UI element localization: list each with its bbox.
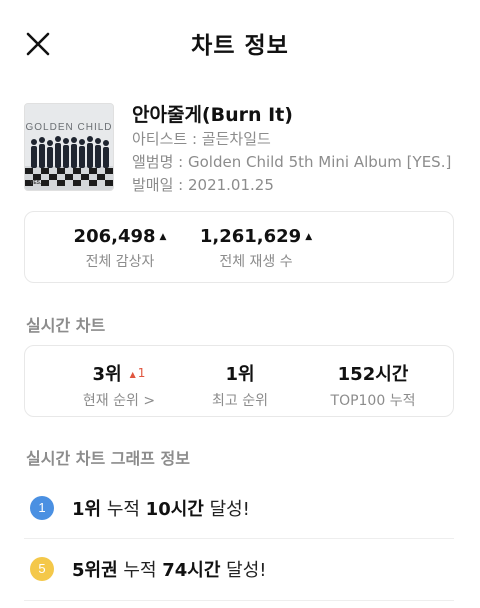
rank-badge: 1 [30, 496, 54, 520]
best-rank-value: 1위 [225, 364, 255, 385]
realtime-chart-card: 3위 ▲ 1 현재 순위 > 1위 최고 순위 152시간 TOP100 누적 [24, 345, 454, 417]
album-cover-label: YES. [30, 180, 42, 186]
achievement-item: 1 1위 누적 10시간 달성! [30, 493, 450, 523]
achievement-text: 누적 [117, 560, 163, 581]
graph-section-title: 실시간 차트 그래프 정보 [26, 449, 190, 468]
caret-up-icon: ▲ [305, 232, 313, 242]
current-rank-stat[interactable]: 3위 ▲ 1 현재 순위 > [59, 360, 179, 410]
achievement-suffix: 달성! [203, 499, 250, 520]
total-stats-card: 206,498 ▲ 전체 감상자 1,261,629 ▲ 전체 재생 수 [24, 211, 454, 283]
caret-up-icon: ▲ [159, 232, 167, 242]
album-cover-art [25, 104, 113, 190]
listeners-label: 전체 감상자 [85, 254, 155, 270]
album-cover-title: GOLDEN CHILD [25, 122, 113, 133]
release-line: 발매일 : 2021.01.25 [132, 176, 274, 194]
header: 차트 정보 [0, 0, 480, 82]
rank-up-icon: ▲ [129, 370, 136, 379]
top100-stat: 152시간 TOP100 누적 [313, 360, 433, 410]
album-line[interactable]: 앨범명 : Golden Child 5th Mini Album [YES.] [132, 151, 451, 172]
best-rank-stat: 1위 최고 순위 [180, 360, 300, 410]
achievement-suffix: 달성! [220, 560, 267, 581]
achievement-item: 5 5위권 누적 74시간 달성! [30, 554, 450, 584]
current-rank-label: 현재 순위 > [82, 393, 156, 409]
achievement-rank: 1위 [72, 499, 102, 520]
achievement-text: 누적 [101, 499, 146, 520]
plays-stat: 1,261,629 ▲ 전체 재생 수 [181, 226, 331, 271]
achievement-hours: 74시간 [162, 560, 221, 581]
divider [24, 600, 454, 601]
plays-value: 1,261,629 [199, 226, 302, 247]
artist-line[interactable]: 아티스트 : 골든차일드 [132, 128, 271, 149]
rank-change-badge: ▲ 1 [130, 366, 146, 380]
album-cover[interactable]: GOLDEN CHILD YES. [24, 103, 114, 191]
album-info: GOLDEN CHILD YES. 안아줄게(Burn It) 아티스트 : 골… [24, 100, 464, 200]
listeners-stat: 206,498 ▲ 전체 감상자 [45, 226, 195, 271]
listeners-value: 206,498 [73, 226, 156, 247]
page-title: 차트 정보 [191, 33, 289, 59]
realtime-section-title: 실시간 차트 [26, 316, 106, 335]
achievement-rank: 5위권 [72, 560, 118, 581]
song-title[interactable]: 안아줄게(Burn It) [132, 100, 293, 127]
best-rank-label: 최고 순위 [212, 393, 268, 409]
divider [24, 538, 454, 539]
top100-label: TOP100 누적 [330, 393, 416, 409]
plays-label: 전체 재생 수 [219, 254, 293, 270]
rank-change-value: 1 [137, 366, 146, 380]
achievement-hours: 10시간 [145, 499, 204, 520]
current-rank-value: 3위 [92, 364, 122, 385]
top100-hours-value: 152시간 [337, 364, 409, 385]
rank-badge: 5 [30, 557, 54, 581]
